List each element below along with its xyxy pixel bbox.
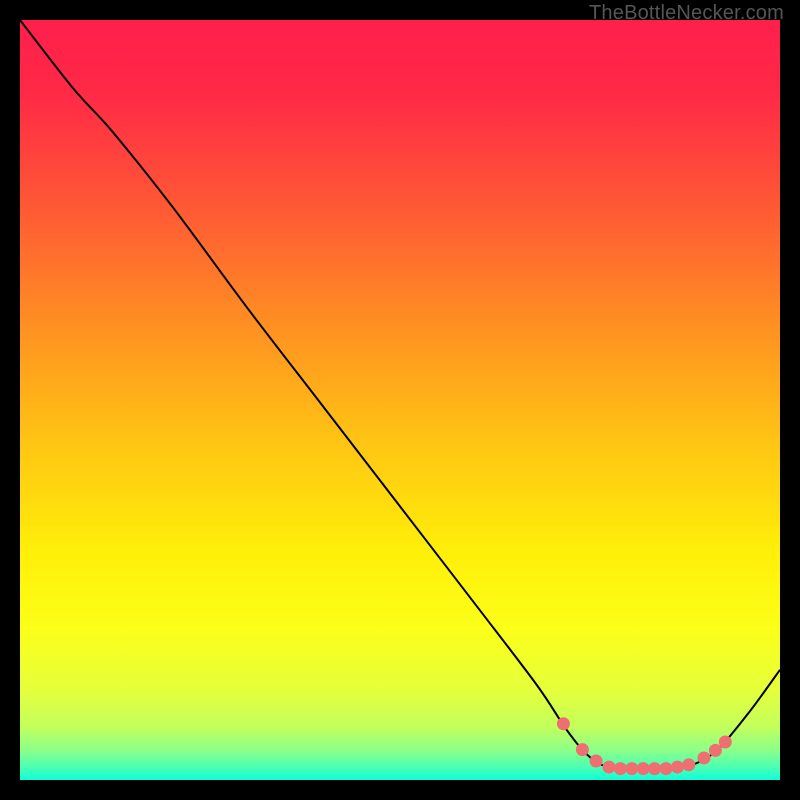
chart-frame: TheBottleNecker.com <box>0 0 800 800</box>
highlight-dot <box>648 762 661 775</box>
highlight-dot <box>557 717 570 730</box>
gradient-background <box>20 20 780 780</box>
highlight-dot <box>671 761 684 774</box>
bottleneck-chart <box>20 20 780 780</box>
highlight-dot <box>719 736 732 749</box>
highlight-dot <box>660 762 673 775</box>
highlight-dot <box>682 758 695 771</box>
highlight-dot <box>576 743 589 756</box>
highlight-dot <box>698 751 711 764</box>
highlight-dot <box>637 762 650 775</box>
highlight-dot <box>590 755 603 768</box>
highlight-dot <box>625 762 638 775</box>
highlight-dot <box>709 744 722 757</box>
highlight-dot <box>614 762 627 775</box>
highlight-dot <box>603 761 616 774</box>
